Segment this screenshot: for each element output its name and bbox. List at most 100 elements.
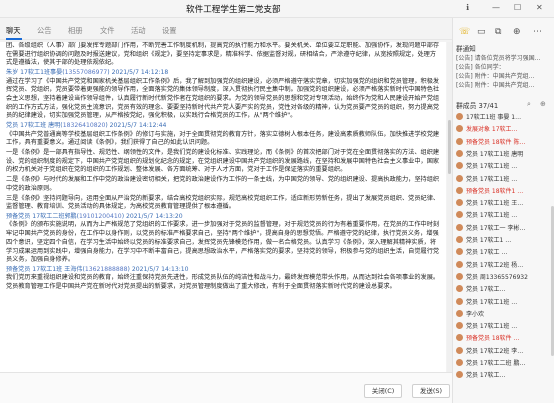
- member-item[interactable]: 党员 17软工1班 …: [456, 161, 517, 170]
- avatar: [456, 359, 463, 366]
- member-item[interactable]: 发展对象 17软工…: [456, 124, 518, 133]
- phone-icon[interactable]: ☏: [459, 27, 470, 37]
- member-item[interactable]: 党员 17软工 …: [456, 247, 507, 256]
- send-button[interactable]: 发送(S): [412, 384, 450, 398]
- notice-item[interactable]: [公告] 附件：中国共产党组…: [456, 80, 535, 89]
- tab-activities[interactable]: 活动: [131, 26, 146, 36]
- member-name: 党员 17软工1班 王…: [466, 200, 524, 208]
- avatar: [456, 309, 463, 317]
- tab-files[interactable]: 文件: [100, 26, 115, 36]
- member-item[interactable]: 党员 17软工二班 鹏…: [456, 358, 525, 367]
- share-screen-icon[interactable]: ⧉: [495, 27, 501, 37]
- tab-chat[interactable]: 聊天: [6, 26, 21, 36]
- member-item[interactable]: 党员 17软工1班 …: [456, 321, 517, 330]
- avatar: [456, 272, 463, 280]
- member-name: 党员 17软工1班 …: [466, 212, 518, 220]
- close-icon[interactable]: ✕: [536, 3, 543, 12]
- sender-phone[interactable]: 18326410820: [63, 122, 106, 129]
- member-item[interactable]: 党员 17软工1班 …: [456, 174, 517, 183]
- sender-name[interactable]: 预备党员 17软工1班 王海伟: [6, 266, 82, 273]
- tab-album[interactable]: 相册: [68, 26, 83, 36]
- video-icon[interactable]: ▭: [477, 27, 486, 37]
- message-sender[interactable]: 朱岁 17软工1班事晏(13557086977) 2021/5/7 14:12:…: [6, 69, 440, 78]
- invite-icon[interactable]: ⊕: [540, 100, 546, 108]
- member-name: 党员 17软工2班 李…: [466, 347, 524, 355]
- close-button[interactable]: 关闭(C): [364, 384, 402, 398]
- member-item[interactable]: 李小欢: [456, 309, 484, 318]
- member-item[interactable]: 党员 17软工1班 …: [456, 297, 517, 306]
- add-member-icon[interactable]: ⊕: [513, 27, 521, 37]
- message: 一是《条例》是一部具有指导性、规范性、纲领性的文件，是我们党的建设化标准、实践理…: [0, 149, 446, 176]
- message-text: 通过在学习了《中国共产党党和国家机关基层组织工作条例》后，我了解到加强党的组织建…: [6, 77, 440, 120]
- member-item[interactable]: 预备党员 18软件1 …: [456, 186, 523, 195]
- message: 团、各级组织（人事）部门要发挥专题部门作用，不断完善工作制度机制，提高党的执行能…: [0, 42, 446, 69]
- more-icon[interactable]: ⋯: [533, 27, 542, 37]
- sender-phone[interactable]: 13621888888: [85, 266, 128, 273]
- minimize-icon[interactable]: —: [492, 3, 500, 12]
- member-name: 党员 17软工1班 …: [466, 298, 518, 306]
- avatar: [456, 199, 463, 207]
- avatar: [456, 125, 463, 133]
- message: 预备党员 17软工1班 王海伟(13621888888) 2021/5/7 14…: [0, 266, 446, 293]
- message-time: 2021/5/7 14:13:10: [131, 265, 189, 273]
- sender-name[interactable]: 党员 17软工班 唐明: [6, 122, 60, 129]
- active-tab-indicator: [6, 38, 22, 40]
- member-name: 党员 17软工二班 鹏…: [466, 360, 526, 367]
- message-scrollbar-thumb[interactable]: [448, 120, 451, 174]
- member-item[interactable]: 党员 17软工2班 李…: [456, 346, 523, 355]
- tab-settings[interactable]: 设置: [162, 26, 177, 36]
- member-item[interactable]: 党员 17软工…: [456, 370, 506, 379]
- member-item[interactable]: 预备党员 18软件 …: [456, 333, 519, 342]
- member-item[interactable]: 预备党员 18软件 陈…: [456, 137, 525, 146]
- sender-phone[interactable]: 19101200410: [79, 213, 122, 220]
- member-name: 党员 17软工…: [466, 372, 506, 380]
- notice-item[interactable]: [公告] 请各位党员将学习强国…: [456, 53, 541, 62]
- avatar: [456, 297, 463, 305]
- info-icon[interactable]: ℹ: [466, 3, 469, 12]
- member-item[interactable]: 党员 周13365576932: [456, 272, 528, 281]
- message-time: 2021/5/7 14:12:18: [111, 69, 169, 77]
- message-text: 《条例》的颁布实施说明，从而为上严格规范了党组织的工作要求，进一步加强对于党员的…: [6, 221, 440, 264]
- avatar: [456, 113, 463, 120]
- search-icon[interactable]: ⌕: [527, 100, 531, 109]
- member-name: 党员 17软工 …: [466, 249, 508, 257]
- message-sender[interactable]: 党员 17软工班 唐明(18326410820) 2021/5/7 14:12:…: [6, 122, 440, 131]
- sender-phone[interactable]: 13557086977: [65, 69, 108, 76]
- member-item[interactable]: 党员 17软工1班 唐明: [456, 149, 523, 158]
- member-item[interactable]: 党员 17软工1班 王…: [456, 198, 523, 207]
- message-text: 《中国共产党普通高等学校基层组织工作条例》的修订与实施，对于全面贯彻党的教育方针…: [6, 130, 440, 147]
- members-title: 群成员 37/41: [456, 102, 499, 110]
- member-name: 李小欢: [466, 310, 485, 318]
- member-item[interactable]: 党员 17软工…: [456, 284, 506, 293]
- member-item[interactable]: 党员 17软工1班 …: [456, 210, 517, 219]
- member-name: 党员 17软工…: [466, 286, 506, 294]
- sender-name[interactable]: 预备党员 17软工二班郭鹏: [6, 213, 77, 220]
- notice-item[interactable]: [公告] 各位同学：: [456, 62, 505, 71]
- member-name: 党员 17软工一 李彬…: [466, 224, 526, 232]
- avatar: [456, 186, 463, 194]
- tab-bar: 聊天 公告 相册 文件 活动 设置: [0, 23, 452, 40]
- message-time: 2021/5/7 14:13:20: [126, 212, 183, 220]
- avatar: [456, 371, 463, 379]
- member-name: 党员 17软工1班 …: [466, 175, 518, 183]
- message: 三是《条例》坚持问题导向，运用全面从严治党的新要求，结合高校党组织实际，规范高校…: [0, 195, 446, 213]
- sender-name[interactable]: 朱岁 17软工1班事晏: [6, 69, 62, 76]
- tab-announcement[interactable]: 公告: [37, 26, 52, 36]
- maximize-icon[interactable]: ☐: [514, 3, 521, 12]
- message-text: 三是《条例》坚持问题导向，运用全面从严治党的新要求，结合高校党组织实际，规范高校…: [6, 194, 440, 211]
- message: 预备党员 17软工二班郭鹏(19101200410) 2021/5/7 14:1…: [0, 213, 446, 266]
- avatar: [456, 137, 463, 145]
- member-item[interactable]: 17软工1班 事晏 1…: [456, 112, 521, 121]
- message: 朱岁 17软工1班事晏(13557086977) 2021/5/7 14:12:…: [0, 69, 446, 122]
- notice-item[interactable]: [公告] 附件：中国共产党组…: [456, 71, 535, 80]
- member-name: 预备党员 18软件 陈…: [466, 138, 526, 146]
- member-item[interactable]: 党员 17软工1 …: [456, 235, 511, 244]
- member-name: 发展对象 17软工…: [466, 126, 518, 134]
- avatar: [456, 346, 463, 354]
- message: 党员 17软工班 唐明(18326410820) 2021/5/7 14:12:…: [0, 122, 446, 149]
- member-item[interactable]: 党员 17软工一 李彬…: [456, 223, 525, 232]
- group-notice-title: 群通知: [456, 45, 476, 53]
- member-item[interactable]: 党员 17软工2班 杨…: [456, 260, 523, 269]
- avatar: [456, 174, 463, 182]
- message: 二是《条例》与时代的发展和工作中党的政治建设密切相关，把党的政治建设作为工作的一…: [0, 176, 446, 194]
